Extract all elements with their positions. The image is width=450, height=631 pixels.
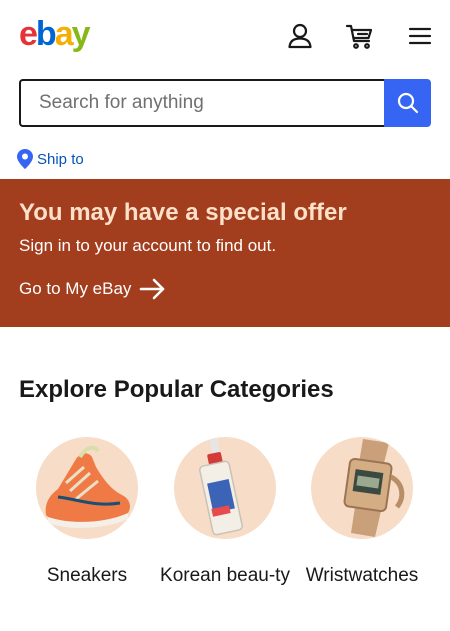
popular-categories-title: Explore Popular Categories xyxy=(19,376,334,403)
hamburger-menu-icon xyxy=(408,27,432,45)
category-wristwatches[interactable]: Wristwatches xyxy=(292,437,432,590)
arrow-right-icon xyxy=(140,278,165,300)
korean-beauty-image xyxy=(174,437,276,539)
ship-to-label: Ship to xyxy=(37,150,84,168)
search-button[interactable] xyxy=(384,79,431,127)
menu-button[interactable] xyxy=(404,20,436,52)
search-bar xyxy=(19,79,431,127)
cart-button[interactable] xyxy=(344,20,376,52)
banner-title: You may have a special offer xyxy=(19,199,347,226)
search-icon xyxy=(397,92,418,114)
category-korean-beauty[interactable]: Korean beau-ty xyxy=(155,437,295,590)
go-to-my-ebay-link[interactable]: Go to My eBay xyxy=(19,277,167,301)
ebay-logo[interactable]: ebay xyxy=(19,14,91,54)
cart-icon xyxy=(345,24,373,49)
ship-to-link[interactable]: Ship to xyxy=(17,148,84,170)
banner-subtitle: Sign in to your account to find out. xyxy=(19,236,277,255)
logo-letter-y: y xyxy=(71,15,91,53)
logo-letter-a: a xyxy=(54,15,74,53)
account-button[interactable] xyxy=(284,20,316,52)
search-input[interactable] xyxy=(19,79,385,127)
location-pin-icon xyxy=(17,149,33,169)
user-icon xyxy=(288,23,312,49)
header: ebay xyxy=(0,0,450,72)
banner-link-label: Go to My eBay xyxy=(19,279,132,298)
logo-letter-e: e xyxy=(19,15,38,53)
sneakers-image xyxy=(36,437,138,539)
special-offer-banner: You may have a special offer Sign in to … xyxy=(0,179,450,327)
category-sneakers[interactable]: Sneakers xyxy=(17,437,157,590)
category-label: Korean beau-ty xyxy=(160,565,290,586)
logo-letter-b: b xyxy=(35,15,57,53)
category-label: Sneakers xyxy=(46,565,128,586)
category-label: Wristwatches xyxy=(305,565,419,586)
wristwatches-image xyxy=(311,437,413,539)
